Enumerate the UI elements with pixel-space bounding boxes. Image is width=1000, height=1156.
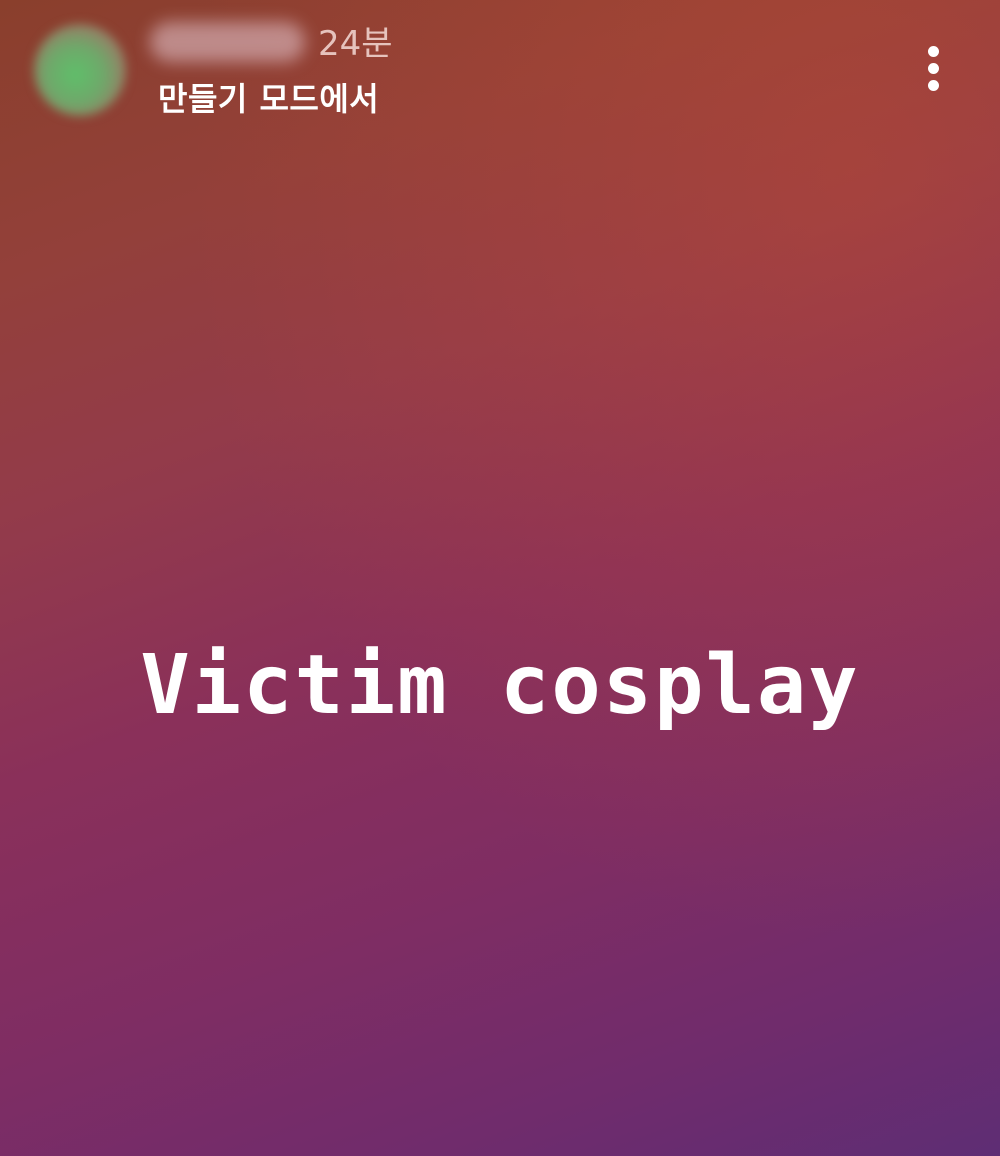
timestamp: 24분 — [318, 24, 393, 64]
story-header: username 24분 만들기 모드에서 — [0, 0, 1000, 140]
more-vertical-icon — [928, 46, 939, 57]
create-mode-label: 만들기 모드에서 — [158, 80, 380, 118]
story-caption: Victim cosplay — [140, 638, 860, 733]
more-vertical-icon-dot — [928, 63, 939, 74]
avatar[interactable] — [34, 24, 126, 116]
username[interactable]: username — [150, 22, 305, 62]
more-options-button[interactable] — [906, 36, 962, 100]
story-viewer[interactable]: username 24분 만들기 모드에서 Victim cosplay — [0, 0, 1000, 1156]
more-vertical-icon-dot — [928, 80, 939, 91]
